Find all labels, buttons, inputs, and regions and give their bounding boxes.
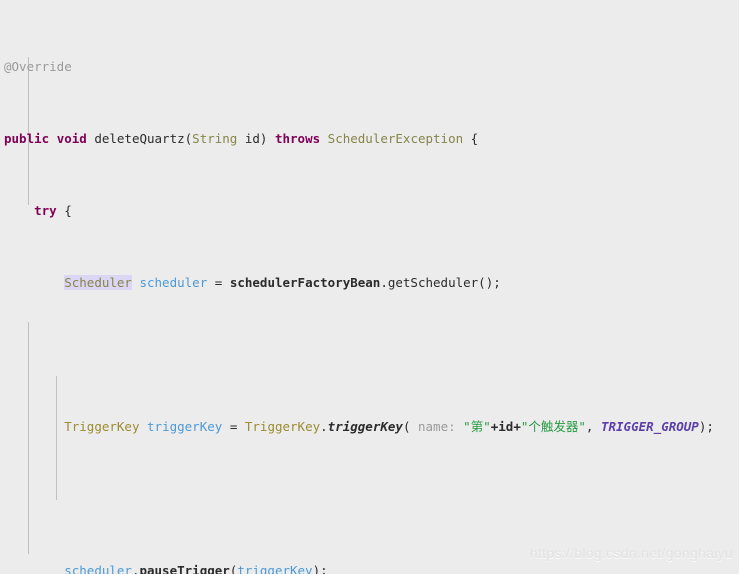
var-scheduler: scheduler (139, 275, 208, 290)
code-line: TriggerKey triggerKey = TriggerKey.trigg… (0, 418, 739, 436)
type-triggerkey: TriggerKey (64, 419, 140, 434)
var-scheduler: scheduler (64, 563, 132, 574)
code-line: Scheduler scheduler = schedulerFactoryBe… (0, 274, 739, 292)
paren-close: ) (259, 131, 268, 146)
kw-void: void (56, 131, 87, 146)
field-schedulerFactoryBean: schedulerFactoryBean (229, 275, 381, 290)
brace-open: { (64, 203, 72, 218)
string-di: "第" (463, 419, 491, 434)
kw-public: public (4, 131, 50, 146)
arg-triggerKey: triggerKey (237, 563, 313, 574)
line-tail: (); (478, 275, 501, 290)
const-trigger-group: TRIGGER_GROUP (600, 419, 699, 434)
call-getScheduler: getScheduler (387, 275, 479, 290)
string-trigger-cn: "个触发器" (520, 419, 586, 434)
comma: , (585, 419, 601, 434)
code-line: scheduler.pauseTrigger(triggerKey); (0, 562, 739, 574)
dot: . (320, 419, 328, 434)
type-scheduler-exception: SchedulerException (327, 131, 464, 146)
kw-throws: throws (274, 131, 321, 146)
call-pauseTrigger: pauseTrigger (139, 563, 230, 574)
paren-open: ( (402, 419, 418, 434)
kw-try: try (34, 203, 57, 218)
param-id: id (244, 131, 260, 146)
type-scheduler: Scheduler (64, 275, 132, 290)
dot: . (380, 275, 388, 290)
code-editor-screenshot: @Override public void deleteQuartz(Strin… (0, 0, 739, 574)
method-name-deleteQuartz: deleteQuartz (94, 131, 185, 146)
operator-assign: = (214, 275, 223, 290)
line-tail: ); (312, 563, 328, 574)
code-line: public void deleteQuartz(String id) thro… (0, 130, 739, 148)
code-line: @Override (0, 58, 739, 76)
arg-id: id (498, 419, 514, 434)
code-line: try { (0, 202, 739, 220)
class-triggerkey: TriggerKey (244, 419, 321, 434)
operator-plus: + (513, 419, 521, 434)
code-content[interactable]: @Override public void deleteQuartz(Strin… (0, 0, 739, 574)
brace-open: { (470, 131, 479, 146)
line-tail: ); (698, 419, 714, 434)
operator-assign: = (229, 419, 238, 434)
call-triggerKey: triggerKey (327, 419, 403, 434)
var-triggerKey: triggerKey (147, 419, 223, 434)
type-string: String (192, 131, 238, 146)
annotation-override: @Override (4, 59, 72, 74)
param-hint-name: name: (418, 419, 456, 434)
